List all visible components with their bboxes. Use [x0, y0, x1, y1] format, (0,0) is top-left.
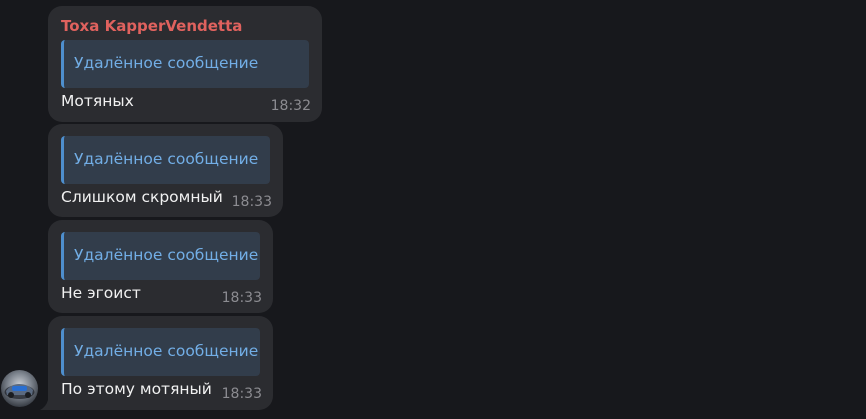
message-text: Слишком скромный	[61, 188, 223, 206]
reply-preview-text: Удалённое сообщение	[74, 342, 259, 360]
message-text: По этому мотяный	[61, 380, 212, 398]
message-bubble[interactable]: Удалённое сообщение Не эгоист 18:33	[48, 220, 273, 313]
message-time: 18:32	[270, 98, 311, 114]
message-time: 18:33	[221, 386, 262, 402]
reply-preview-text: Удалённое сообщение	[74, 246, 259, 264]
message-text: Мотяных	[61, 92, 134, 110]
user-avatar-icon[interactable]	[1, 370, 38, 407]
message-bubble[interactable]: Удалённое сообщение По этому мотяный 18:…	[48, 316, 273, 410]
reply-preview[interactable]: Удалённое сообщение	[61, 40, 309, 88]
message-text: Не эгоист	[61, 284, 141, 302]
reply-preview[interactable]: Удалённое сообщение	[61, 232, 260, 280]
message-time: 18:33	[221, 290, 262, 306]
reply-preview-text: Удалённое сообщение	[74, 54, 259, 72]
reply-preview-text: Удалённое сообщение	[74, 150, 259, 168]
reply-preview[interactable]: Удалённое сообщение	[61, 136, 270, 184]
sender-name[interactable]: Toxa KapperVendetta	[61, 17, 242, 35]
message-bubble[interactable]: Удалённое сообщение Слишком скромный 18:…	[48, 124, 283, 217]
message-bubble[interactable]: Toxa KapperVendetta Удалённое сообщение …	[48, 6, 322, 122]
bubble-tail	[40, 400, 48, 410]
message-time: 18:33	[231, 194, 272, 210]
reply-preview[interactable]: Удалённое сообщение	[61, 328, 260, 376]
